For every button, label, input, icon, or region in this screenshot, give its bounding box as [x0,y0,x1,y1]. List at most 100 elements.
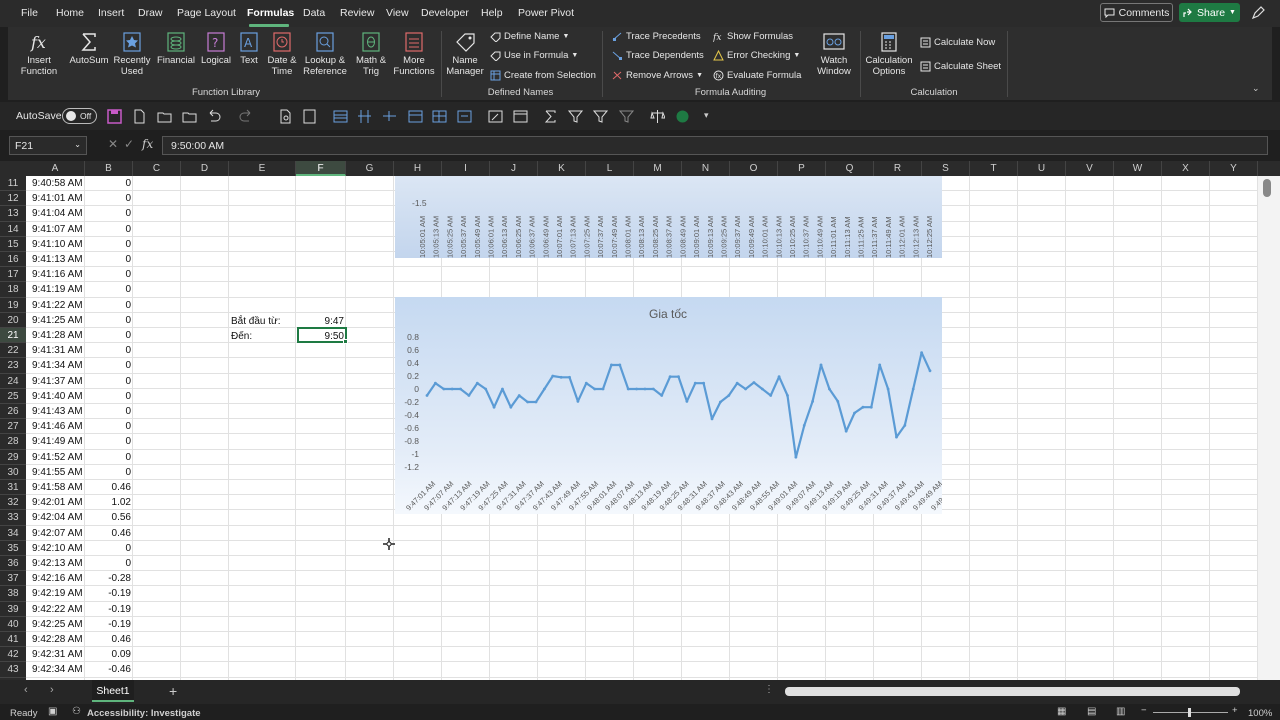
cell-b[interactable]: -0.46 [85,662,131,677]
cell-a[interactable]: 9:42:34 AM [32,662,83,677]
trace-dependents-button[interactable]: Trace Dependents [612,50,704,61]
delete-rows-icon[interactable] [382,109,397,124]
comments-button[interactable]: Comments [1100,3,1173,22]
chart-top-partial[interactable]: -1.5 10:05:01 AM 10:05:13 AM 10:05:25 AM 10:… [395,176,942,258]
cell-a[interactable]: 9:41:40 AM [32,389,83,404]
cell-area[interactable]: 9:40:58 AM 0 9:41:01 AM 0 9:41:04 AM 0 9:41:07… [26,176,1258,680]
cell-b[interactable]: 0 [85,404,131,419]
calculate-sheet-button[interactable]: Calculate Sheet [920,61,1001,72]
cell-a[interactable]: 9:41:22 AM [32,298,83,313]
row-header[interactable]: 30 [0,465,26,480]
date-time-button[interactable]: Date & Time [261,31,303,77]
column-header-d[interactable]: D [181,161,229,176]
cell-b[interactable]: 0 [85,267,131,282]
cell-a[interactable]: 9:42:13 AM [32,556,83,571]
column-header-f[interactable]: F [296,161,346,176]
zoom-out-icon[interactable]: − [1141,705,1147,716]
cell-b[interactable]: 1.02 [85,495,131,510]
cell-b[interactable]: 0 [85,541,131,556]
next-sheet-icon[interactable]: › [50,684,54,696]
cell-a[interactable]: 9:41:34 AM [32,358,83,373]
cell-b[interactable]: 0 [85,206,131,221]
row-header[interactable]: 12 [0,191,26,207]
column-header-q[interactable]: Q [826,161,874,176]
row-header[interactable]: 17 [0,267,26,283]
normal-view-icon[interactable]: ▦ [1057,706,1066,717]
row-header[interactable]: 19 [0,298,26,313]
grid-icon[interactable] [432,109,447,124]
clear-filter-icon[interactable] [619,109,634,124]
from-label-cell[interactable]: Bắt đầu từ: [231,314,281,329]
cell-a[interactable]: 9:41:13 AM [32,252,83,267]
column-header-j[interactable]: J [490,161,538,176]
folder-icon[interactable] [182,109,197,124]
row-header[interactable]: 31 [0,480,26,496]
row-header[interactable]: 24 [0,374,26,389]
column-header-b[interactable]: B [85,161,133,176]
column-header-p[interactable]: P [778,161,826,176]
cell-b[interactable]: 0 [85,237,131,252]
cell-b[interactable]: 0 [85,282,131,297]
cell-a[interactable]: 9:41:55 AM [32,465,83,480]
cell-b[interactable]: 0 [85,222,131,237]
cell-a[interactable]: 9:41:28 AM [32,328,83,343]
calculate-now-button[interactable]: Calculate Now [920,37,995,48]
worksheet-grid[interactable]: ABCDEFGHIJKLMNOPQRSTUVWXY 11 12 13 14 15 16 17… [0,161,1280,680]
scales-icon[interactable] [650,109,665,124]
zoom-in-icon[interactable]: + [1232,705,1238,716]
cell-a[interactable]: 9:42:01 AM [32,495,83,510]
zoom-slider-thumb[interactable] [1188,708,1191,717]
insert-function-button[interactable]: fx Insert Function [18,31,60,77]
column-header-y[interactable]: Y [1210,161,1258,176]
row-header[interactable]: 42 [0,647,26,663]
cell-a[interactable]: 9:41:25 AM [32,313,83,328]
cell-a[interactable]: 9:41:16 AM [32,267,83,282]
row-header[interactable]: 26 [0,404,26,420]
customize-toolbar-icon[interactable]: ▾ [704,110,709,121]
lookup-reference-button[interactable]: Lookup & Reference [298,31,352,77]
scroll-thumb[interactable] [1263,179,1271,197]
column-header-g[interactable]: G [346,161,394,176]
row-header[interactable]: 40 [0,617,26,632]
merge-cells-icon[interactable] [457,109,472,124]
cell-a[interactable]: 9:42:10 AM [32,541,83,556]
add-sheet-icon[interactable]: + [169,683,177,699]
column-header-s[interactable]: S [922,161,970,176]
excel-icon[interactable] [675,109,690,124]
save-icon[interactable] [107,109,122,124]
create-from-selection-button[interactable]: Create from Selection [490,70,596,81]
cell-b[interactable]: 0.56 [85,510,131,525]
pen-icon[interactable] [1250,5,1266,21]
row-header[interactable]: 36 [0,556,26,572]
row-header[interactable]: 35 [0,541,26,556]
row-header[interactable]: 32 [0,495,26,511]
cell-a[interactable]: 9:42:16 AM [32,571,83,586]
cell-b[interactable]: 0 [85,419,131,434]
zoom-level[interactable]: 100% [1248,708,1272,719]
column-header-x[interactable]: X [1162,161,1210,176]
cell-b[interactable]: 0 [85,298,131,313]
cell-a[interactable]: 9:42:22 AM [32,602,83,617]
menu-data[interactable]: Data [303,7,325,19]
sum-icon[interactable] [543,109,558,124]
column-header-l[interactable]: L [586,161,634,176]
menu-home[interactable]: Home [56,7,84,19]
menu-draw[interactable]: Draw [138,7,163,19]
row-header[interactable]: 15 [0,237,26,252]
cell-a[interactable]: 9:41:01 AM [32,191,83,206]
cell-b[interactable]: -0.19 [85,602,131,617]
cell-a[interactable]: 9:42:25 AM [32,617,83,632]
row-header[interactable]: 25 [0,389,26,404]
cell-a[interactable]: 9:41:46 AM [32,419,83,434]
menu-developer[interactable]: Developer [421,7,469,19]
cell-a[interactable]: 9:41:37 AM [32,374,83,389]
insert-function-icon[interactable]: fx [142,137,153,151]
menu-review[interactable]: Review [340,7,374,19]
sheet-icon[interactable] [513,109,528,124]
cell-b[interactable]: 0.46 [85,526,131,541]
cell-b[interactable]: 0 [85,328,131,343]
trace-precedents-button[interactable]: Trace Precedents [612,31,701,42]
column-header-n[interactable]: N [682,161,730,176]
to-label-cell[interactable]: Đến: [231,329,252,344]
undo-icon[interactable] [206,109,221,124]
